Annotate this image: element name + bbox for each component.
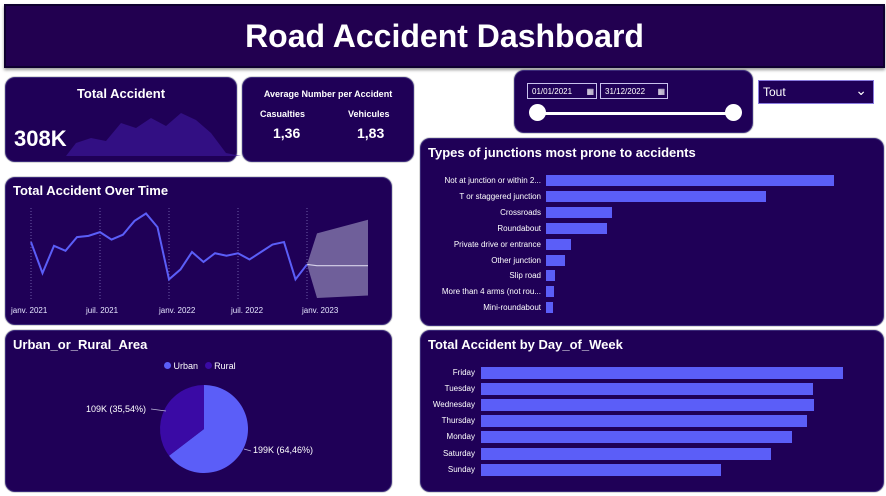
casualties-label: Casualties <box>260 109 306 119</box>
day-of-week-bar[interactable] <box>481 383 813 396</box>
junction-bar[interactable] <box>546 206 612 218</box>
junction-category-label: Private drive or entrance <box>453 239 541 249</box>
junction-bar[interactable] <box>546 270 556 282</box>
x-tick: janv. 2021 <box>11 306 48 315</box>
title-bar: Road Accident Dashboard <box>4 4 885 68</box>
junction-category-label: Roundabout <box>497 223 541 233</box>
chevron-down-icon[interactable]: ⌄ <box>855 82 867 99</box>
urban-data-label: 199K (64,46%) <box>253 445 314 455</box>
vehicles-value: 1,83 <box>357 125 385 141</box>
forecast-band <box>307 219 368 298</box>
x-tick: juil. 2022 <box>231 306 264 315</box>
day-of-week-category-label: Thursday <box>441 416 475 426</box>
junction-bar[interactable] <box>546 302 554 314</box>
junction-category-label: More than 4 arms (not rou... <box>441 287 541 297</box>
kpi-average-label: Average Number per Accident <box>263 89 393 99</box>
start-date-input[interactable]: 01/01/2021 ▦ <box>527 83 597 99</box>
day-of-week-bar[interactable] <box>481 431 793 444</box>
page-title: Road Accident Dashboard <box>245 18 644 54</box>
over-time-chart-card[interactable]: Total Accident Over Time janv. 2021 juil… <box>5 177 392 325</box>
urban-rural-chart-card[interactable]: Urban_or_Rural_Area Urban Rural 109K (35… <box>5 330 392 492</box>
start-date-text: 01/01/2021 <box>532 87 573 96</box>
day-of-week-bar[interactable] <box>481 367 843 379</box>
calendar-icon[interactable]: ▦ <box>657 84 665 100</box>
junction-chart-title: Types of junctions most prone to acciden… <box>428 145 696 160</box>
junction-category-label: Not at junction or within 2... <box>444 176 542 185</box>
day-of-week-bar[interactable] <box>481 463 722 476</box>
casualties-value: 1,36 <box>273 125 301 141</box>
leader-line <box>150 408 167 412</box>
x-tick: janv. 2022 <box>159 306 196 315</box>
junction-category-label: T or staggered junction <box>459 191 541 201</box>
kpi-total-sparkline <box>66 113 266 156</box>
filter-dropdown-value: Tout <box>763 85 786 99</box>
junction-bar[interactable] <box>546 222 607 234</box>
end-date-input[interactable]: 31/12/2022 ▦ <box>600 83 668 99</box>
day-of-week-category-label: Monday <box>446 432 475 442</box>
day-of-week-category-label: Wednesday <box>432 400 475 410</box>
junction-category-label: Slip road <box>509 271 541 281</box>
x-tick: juil. 2021 <box>86 306 119 315</box>
kpi-total-card[interactable]: Total Accident 308K <box>5 77 266 162</box>
junction-category-label: Other junction <box>491 255 541 265</box>
junction-category-label: Crossroads <box>500 207 541 217</box>
kpi-average-card[interactable]: Average Number per Accident Casualties V… <box>242 77 414 162</box>
day-of-week-category-label: Friday <box>452 368 475 377</box>
date-slider-start-handle[interactable] <box>529 104 546 121</box>
pie-chart[interactable] <box>6 331 391 491</box>
date-slicer[interactable]: 01/01/2021 ▦ 31/12/2022 ▦ <box>514 70 753 133</box>
junction-bar[interactable] <box>546 254 565 266</box>
day-of-week-bar[interactable] <box>481 447 772 460</box>
line-chart[interactable] <box>6 178 391 324</box>
calendar-icon[interactable]: ▦ <box>586 84 594 100</box>
date-slider-track[interactable] <box>537 112 733 115</box>
leader-line <box>243 448 252 452</box>
junction-chart-card[interactable]: Types of junctions most prone to acciden… <box>420 138 884 326</box>
end-date-text: 31/12/2022 <box>605 87 646 96</box>
day-of-week-bar[interactable] <box>481 399 814 412</box>
day-of-week-category-label: Tuesday <box>444 384 475 394</box>
junction-bar[interactable] <box>546 175 834 186</box>
kpi-total-value: 308K <box>14 126 67 151</box>
day-of-week-title: Total Accident by Day_of_Week <box>428 337 623 352</box>
x-tick: janv. 2023 <box>302 306 339 315</box>
junction-bar[interactable] <box>546 238 571 250</box>
junction-category-label: Mini-roundabout <box>483 303 541 313</box>
junction-bar[interactable] <box>546 190 767 202</box>
day-of-week-chart-card[interactable]: Total Accident by Day_of_Week Friday Tues… <box>420 330 884 492</box>
date-slider-end-handle[interactable] <box>725 104 742 121</box>
vehicles-label: Vehicules <box>348 109 390 119</box>
day-of-week-category-label: Sunday <box>447 464 475 474</box>
filter-dropdown[interactable]: Tout ⌄ <box>758 80 874 104</box>
junction-bar[interactable] <box>546 286 555 298</box>
rural-data-label: 109K (35,54%) <box>86 404 147 414</box>
day-of-week-category-label: Saturday <box>442 448 475 458</box>
day-of-week-bar[interactable] <box>481 415 808 428</box>
